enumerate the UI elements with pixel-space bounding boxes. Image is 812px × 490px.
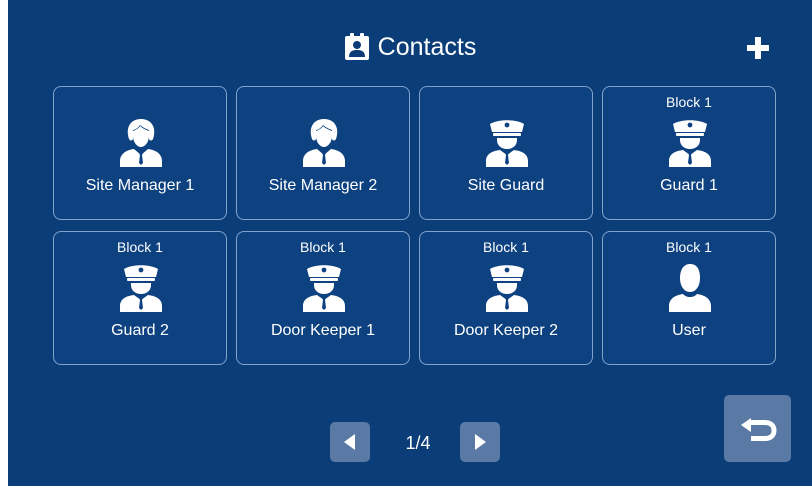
female-manager-icon [299, 117, 349, 167]
guard-icon [665, 117, 715, 167]
contact-name: User [672, 322, 706, 339]
contact-name: Site Manager 2 [268, 177, 378, 194]
contact-card[interactable]: Site Manager 2 [236, 86, 410, 220]
guard-icon [482, 117, 532, 167]
contact-name: Guard 1 [660, 177, 718, 194]
previous-page-button[interactable] [330, 422, 370, 462]
contact-card[interactable]: Block 1 Door Keeper 2 [419, 231, 593, 365]
contact-card[interactable]: Block 1 Guard 1 [602, 86, 776, 220]
header: Contacts [8, 28, 812, 66]
contact-name: Site Guard [467, 177, 545, 194]
contact-card[interactable]: Block 1 Door Keeper 1 [236, 231, 410, 365]
user-icon [665, 262, 715, 312]
back-button[interactable] [724, 395, 791, 462]
contact-name: Guard 2 [111, 322, 169, 339]
page-indicator: 1/4 [405, 433, 431, 453]
guard-icon [299, 262, 349, 312]
plus-icon [747, 37, 769, 59]
contacts-screen: Contacts Site Manager 1 Site Manager 2 S… [8, 0, 812, 490]
female-manager-icon [116, 117, 166, 167]
contact-block-label: Block 1 [300, 239, 346, 255]
contact-name: Door Keeper 2 [453, 322, 559, 339]
add-contact-button[interactable] [744, 34, 772, 62]
return-arrow-icon [740, 417, 777, 441]
guard-icon [116, 262, 166, 312]
contacts-book-icon [344, 33, 369, 60]
contact-card[interactable]: Block 1 User [602, 231, 776, 365]
triangle-right-icon [475, 434, 486, 450]
triangle-left-icon [344, 434, 355, 450]
frame-border [0, 486, 812, 490]
contacts-grid: Site Manager 1 Site Manager 2 Site Guard… [53, 86, 776, 365]
contact-card[interactable]: Block 1 Guard 2 [53, 231, 227, 365]
next-page-button[interactable] [460, 422, 500, 462]
contact-block-label: Block 1 [666, 239, 712, 255]
contact-card[interactable]: Site Manager 1 [53, 86, 227, 220]
contact-block-label: Block 1 [666, 94, 712, 110]
contact-name: Door Keeper 1 [270, 322, 376, 339]
contact-card[interactable]: Site Guard [419, 86, 593, 220]
page-title: Contacts [377, 32, 477, 61]
contact-block-label: Block 1 [117, 239, 163, 255]
contact-block-label: Block 1 [483, 239, 529, 255]
guard-icon [482, 262, 532, 312]
contact-name: Site Manager 1 [85, 177, 195, 194]
